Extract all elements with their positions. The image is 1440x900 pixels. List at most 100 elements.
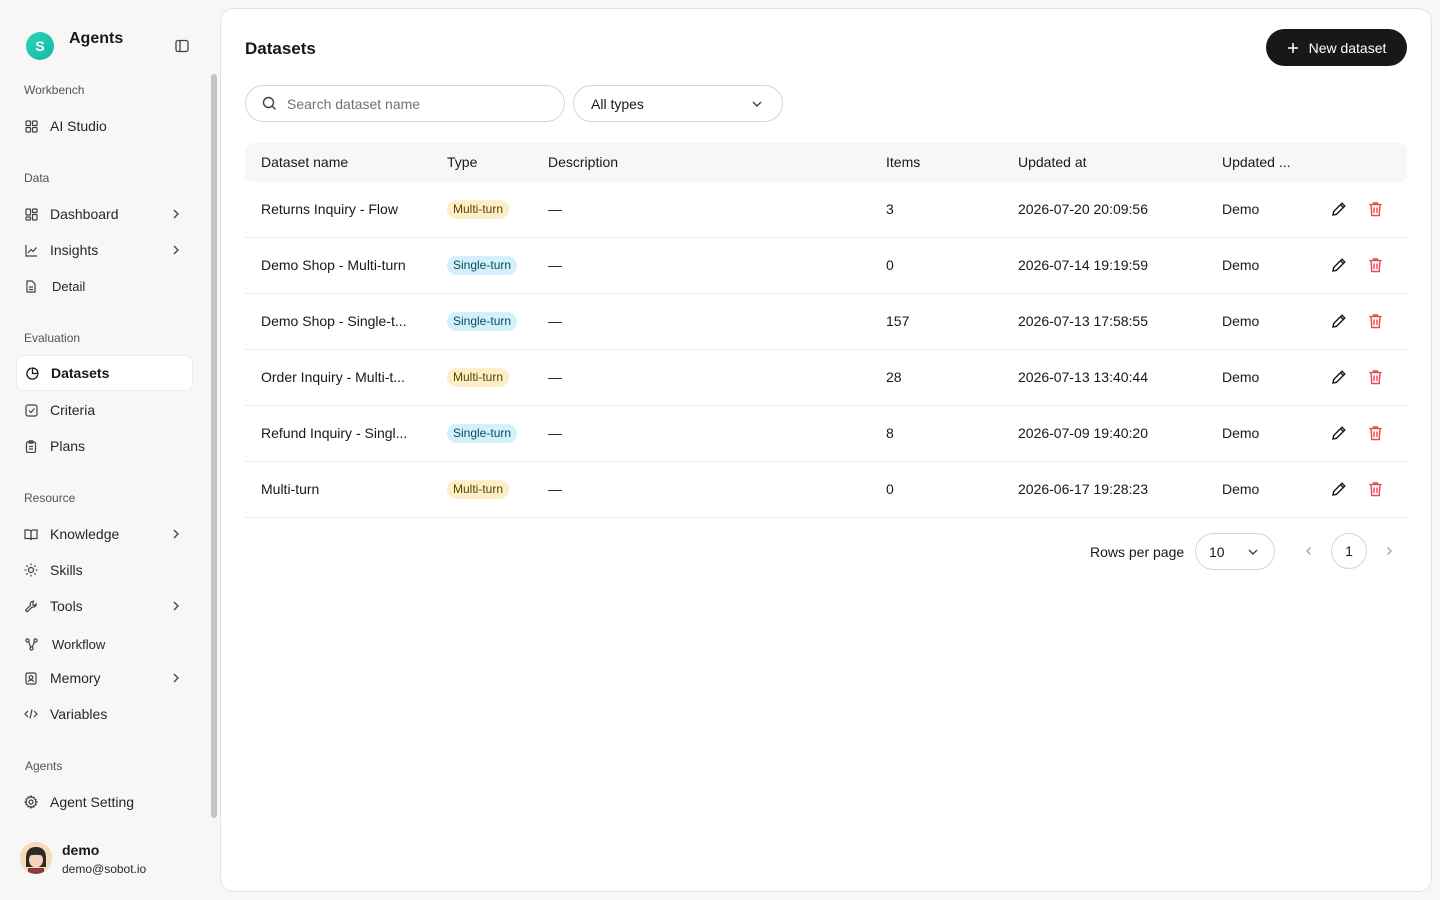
sidebar-item-tools[interactable]: Tools [16,588,193,624]
sidebar: S Agents Workbench AI Studio Data Dashbo… [0,0,220,900]
delete-icon[interactable] [1366,424,1384,442]
type-badge: Single-turn [447,256,518,275]
edit-icon[interactable] [1330,200,1348,218]
cell-dataset-name[interactable]: Demo Shop - Single-t... [261,313,407,329]
new-dataset-button[interactable]: New dataset [1266,29,1407,66]
section-resource: Resource [24,491,76,505]
grid-icon [24,119,38,133]
sidebar-item-label: Variables [50,706,108,722]
sidebar-item-label: Dashboard [50,206,119,222]
col-type[interactable]: Type [447,154,477,170]
book-icon [24,527,38,541]
edit-icon[interactable] [1330,424,1348,442]
prev-page-button[interactable] [1291,533,1327,569]
sidebar-item-knowledge[interactable]: Knowledge [16,516,193,552]
cell-updated-at: 2026-06-17 19:28:23 [1018,481,1148,497]
sidebar-item-label: Tools [50,598,83,614]
plus-icon [1287,42,1299,54]
datasets-table: Dataset name Type Description Items Upda… [245,143,1407,518]
chevron-right-icon [169,671,183,685]
page-button-current[interactable]: 1 [1331,533,1367,569]
sun-icon [24,563,38,577]
clipboard-icon [24,439,38,453]
delete-icon[interactable] [1366,256,1384,274]
checkbox-icon [24,403,38,417]
sidebar-item-dashboard[interactable]: Dashboard [16,196,193,232]
chevron-right-icon [169,243,183,257]
cell-dataset-name[interactable]: Returns Inquiry - Flow [261,201,398,217]
sidebar-item-insights[interactable]: Insights [16,232,193,268]
cell-description: — [548,481,562,497]
brand-name: Agents [69,30,124,47]
cell-updated-at: 2026-07-13 13:40:44 [1018,369,1148,385]
next-page-button[interactable] [1371,533,1407,569]
table-row[interactable]: Order Inquiry - Multi-t... Multi-turn — 28 2… [245,350,1407,406]
sidebar-toggle-icon[interactable] [174,38,190,54]
edit-icon[interactable] [1330,312,1348,330]
cell-description: — [548,369,562,385]
col-updated-at[interactable]: Updated at [1018,154,1087,170]
chevron-down-icon [1246,545,1260,562]
sidebar-item-datasets[interactable]: Datasets [16,355,193,391]
cell-updated-at: 2026-07-13 17:58:55 [1018,313,1148,329]
brand-logo: S [26,32,54,60]
col-updated-by[interactable]: Updated ... [1222,154,1291,170]
delete-icon[interactable] [1366,480,1384,498]
type-filter-select[interactable]: All types [573,85,783,122]
table-header: Dataset name Type Description Items Upda… [245,143,1407,182]
edit-icon[interactable] [1330,368,1348,386]
table-row[interactable]: Refund Inquiry - Singl... Single-turn — 8 20… [245,406,1407,462]
edit-icon[interactable] [1330,256,1348,274]
cell-items: 0 [886,257,894,273]
sidebar-item-workflow[interactable]: Workflow [16,626,193,662]
sidebar-item-plans[interactable]: Plans [16,428,193,464]
sidebar-item-skills[interactable]: Skills [16,552,193,588]
sidebar-item-detail[interactable]: Detail [16,268,193,304]
cell-items: 28 [886,369,902,385]
sidebar-item-label: Workflow [52,636,106,652]
table-row[interactable]: Returns Inquiry - Flow Multi-turn — 3 2026-0… [245,182,1407,238]
dashboard-icon [24,207,38,221]
cell-updated-by: Demo [1222,425,1260,441]
edit-icon[interactable] [1330,480,1348,498]
search-box[interactable] [245,85,565,122]
sidebar-item-label: Skills [50,562,83,578]
sidebar-scrollbar[interactable] [211,74,217,818]
sidebar-item-ai-studio[interactable]: AI Studio [16,108,193,144]
sidebar-item-variables[interactable]: Variables [16,696,193,732]
table-row[interactable]: Demo Shop - Multi-turn Single-turn — 0 2026-… [245,238,1407,294]
cell-updated-at: 2026-07-14 19:19:59 [1018,257,1148,273]
chevron-down-icon [750,97,764,114]
table-row[interactable]: Multi-turn Multi-turn — 0 2026-06-17 19:28:2… [245,462,1407,518]
delete-icon[interactable] [1366,312,1384,330]
page-title: Datasets [245,39,316,58]
delete-icon[interactable] [1366,200,1384,218]
cell-dataset-name[interactable]: Refund Inquiry - Singl... [261,425,407,441]
section-agents: Agents [25,759,63,773]
col-dataset-name[interactable]: Dataset name [261,154,348,170]
new-dataset-label: New dataset [1308,39,1387,56]
cell-updated-by: Demo [1222,313,1260,329]
user-profile[interactable]: demo demo@sobot.io [20,842,146,876]
sidebar-item-criteria[interactable]: Criteria [16,392,193,428]
sidebar-item-label: Insights [50,242,99,258]
table-body: Returns Inquiry - Flow Multi-turn — 3 2026-0… [245,182,1407,518]
cell-dataset-name[interactable]: Multi-turn [261,481,319,497]
sidebar-item-agent-setting[interactable]: Agent Setting [16,784,193,820]
chart-line-icon [24,243,38,257]
chevron-left-icon [1306,547,1311,555]
cell-dataset-name[interactable]: Order Inquiry - Multi-t... [261,369,405,385]
section-data: Data [24,171,50,185]
rows-per-page-select[interactable]: 10 [1195,533,1275,570]
cell-dataset-name[interactable]: Demo Shop - Multi-turn [261,257,406,273]
col-items[interactable]: Items [886,154,920,170]
delete-icon[interactable] [1366,368,1384,386]
sidebar-item-memory[interactable]: Memory [16,660,193,696]
type-badge: Multi-turn [447,368,510,387]
sidebar-item-label: Datasets [51,365,110,381]
table-row[interactable]: Demo Shop - Single-t... Single-turn — 157 20… [245,294,1407,350]
col-description[interactable]: Description [548,154,618,170]
search-input[interactable] [287,95,547,112]
main-panel: Datasets New dataset All types Dataset n… [220,8,1432,892]
type-filter-value: All types [591,95,644,112]
